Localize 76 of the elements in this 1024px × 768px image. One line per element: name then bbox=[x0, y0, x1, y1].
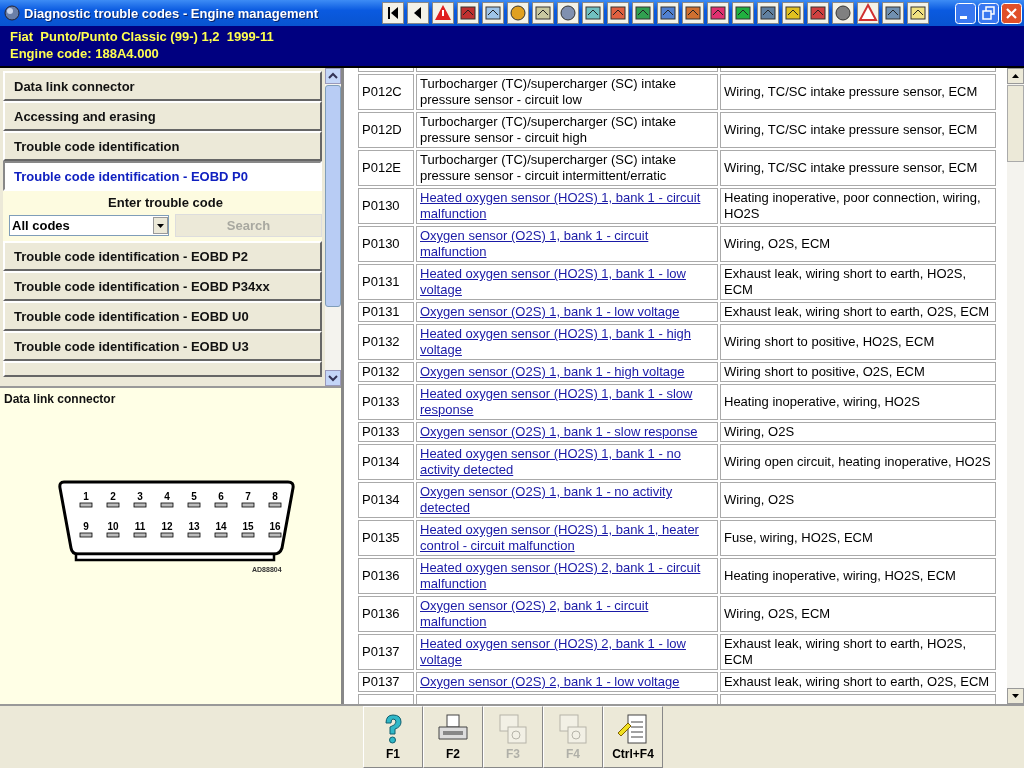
engine-code: Engine code: 188A4.000 bbox=[10, 45, 160, 62]
cause-cell: Wiring, O2S bbox=[720, 422, 996, 442]
menu-item[interactable] bbox=[3, 361, 322, 377]
cause-cell: Wiring, O2S bbox=[720, 482, 996, 518]
menu-item[interactable]: Trouble code identification - EOBD U3 bbox=[3, 331, 322, 361]
window-title: Diagnostic trouble codes - Engine management bbox=[24, 5, 318, 21]
close-icon[interactable] bbox=[1001, 2, 1022, 24]
diagram-title: Data link connector bbox=[4, 392, 117, 406]
function-key-button[interactable]: F2 bbox=[423, 706, 483, 768]
cause-cell: Exhaust leak, wiring short to earth, O2S, ECM bbox=[720, 302, 996, 322]
cause-cell: Wiring short to positive, O2S, ECM bbox=[720, 362, 996, 382]
code-cell: P0137 bbox=[358, 634, 414, 670]
restore-icon[interactable] bbox=[978, 2, 999, 24]
scrollbar-thumb[interactable] bbox=[1007, 85, 1024, 162]
warning-icon[interactable] bbox=[857, 2, 879, 24]
scrollbar[interactable] bbox=[325, 68, 341, 386]
scrollbar-thumb[interactable] bbox=[325, 85, 341, 307]
function-key-button[interactable]: F1 bbox=[363, 706, 423, 768]
cause-cell: Wiring, TC/SC intake pressure sensor, ECM bbox=[720, 112, 996, 148]
menu-item[interactable]: Trouble code identification - EOBD P0 bbox=[3, 161, 322, 191]
cause-cell: Exhaust leak, wiring short to earth, O2S, ECM bbox=[720, 672, 996, 692]
back-icon[interactable] bbox=[407, 2, 429, 24]
menu-item[interactable]: Trouble code identification - EOBD P2 bbox=[3, 241, 322, 271]
cause-cell: Wiring open circuit, heating inoperative, HO2S bbox=[720, 444, 996, 480]
code-cell: P0131 bbox=[358, 264, 414, 300]
scroll-down-icon[interactable] bbox=[325, 370, 341, 386]
cause-cell: Heating inoperative, poor connection, wiring, HO2S bbox=[720, 188, 996, 224]
code-cell: P0133 bbox=[358, 422, 414, 442]
code-filter-dropdown[interactable]: All codes bbox=[9, 215, 169, 236]
code-cell: P012D bbox=[358, 112, 414, 148]
notepad-icon bbox=[616, 713, 650, 745]
code-cell: P0131 bbox=[358, 302, 414, 322]
description-cell: Turbocharger (TC)/supercharger (SC) intake pressure sensor - circuit intermittent/erratic bbox=[416, 150, 718, 186]
code-cell: P0130 bbox=[358, 188, 414, 224]
scroll-up-icon[interactable] bbox=[325, 68, 341, 84]
code-cell: P0136 bbox=[358, 596, 414, 632]
code-cell: P0133 bbox=[358, 384, 414, 420]
warning-icon[interactable] bbox=[432, 2, 454, 24]
description-cell: Turbocharger (TC)/supercharger (SC) intake pressure sensor - circuit low bbox=[416, 74, 718, 110]
description-cell: Turbocharger (TC)/supercharger (SC) intake pressure sensor - circuit high bbox=[416, 112, 718, 148]
cause-cell: Fuse, wiring, HO2S, ECM bbox=[720, 520, 996, 556]
pictures-icon bbox=[496, 713, 530, 745]
skip-back-icon[interactable] bbox=[382, 2, 404, 24]
search-title: Enter trouble code bbox=[107, 195, 224, 210]
code-cell: P0137 bbox=[358, 672, 414, 692]
menu-item[interactable]: Trouble code identification bbox=[3, 131, 322, 161]
minimize-icon[interactable] bbox=[955, 2, 976, 24]
code-cell: P0130 bbox=[358, 226, 414, 262]
cause-cell: Wiring short to positive, HO2S, ECM bbox=[720, 324, 996, 360]
cause-cell: Wiring, TC/SC intake pressure sensor, ECM bbox=[720, 74, 996, 110]
code-cell: P0132 bbox=[358, 362, 414, 382]
cause-cell: Wiring, O2S, ECM bbox=[720, 596, 996, 632]
cause-cell: Exhaust leak, wiring short to earth, HO2S, ECM bbox=[720, 264, 996, 300]
code-cell: P0136 bbox=[358, 558, 414, 594]
cause-cell: Heating inoperative, wiring, HO2S, ECM bbox=[720, 558, 996, 594]
pictures-icon bbox=[556, 713, 590, 745]
vehicle-model: Fiat Punto/Punto Classic (99-) 1,2 1999-11 bbox=[10, 28, 275, 45]
cause-cell: Wiring, TC/SC intake pressure sensor, ECM bbox=[720, 150, 996, 186]
cause-cell: Exhaust leak, wiring short to earth, HO2S, ECM bbox=[720, 634, 996, 670]
menu-item[interactable]: Trouble code identification - EOBD P34xx bbox=[3, 271, 322, 301]
menu-item[interactable]: Accessing and erasing bbox=[3, 101, 322, 131]
code-cell: P0134 bbox=[358, 482, 414, 518]
code-cell: P012C bbox=[358, 74, 414, 110]
scrollbar[interactable] bbox=[1007, 68, 1024, 704]
code-cell: P0132 bbox=[358, 324, 414, 360]
cause-cell: Wiring, O2S, ECM bbox=[720, 226, 996, 262]
code-cell: P0135 bbox=[358, 520, 414, 556]
code-cell: P0134 bbox=[358, 444, 414, 480]
scroll-down-icon[interactable] bbox=[1007, 688, 1024, 704]
code-cell: P012E bbox=[358, 150, 414, 186]
scroll-up-icon[interactable] bbox=[1007, 68, 1024, 84]
function-key-button[interactable]: Ctrl+F4 bbox=[603, 706, 663, 768]
menu-item[interactable]: Trouble code identification - EOBD U0 bbox=[3, 301, 322, 331]
menu-item[interactable]: Data link connector bbox=[3, 71, 322, 101]
cause-cell: Heating inoperative, wiring, HO2S bbox=[720, 384, 996, 420]
globe-icon bbox=[4, 5, 20, 21]
